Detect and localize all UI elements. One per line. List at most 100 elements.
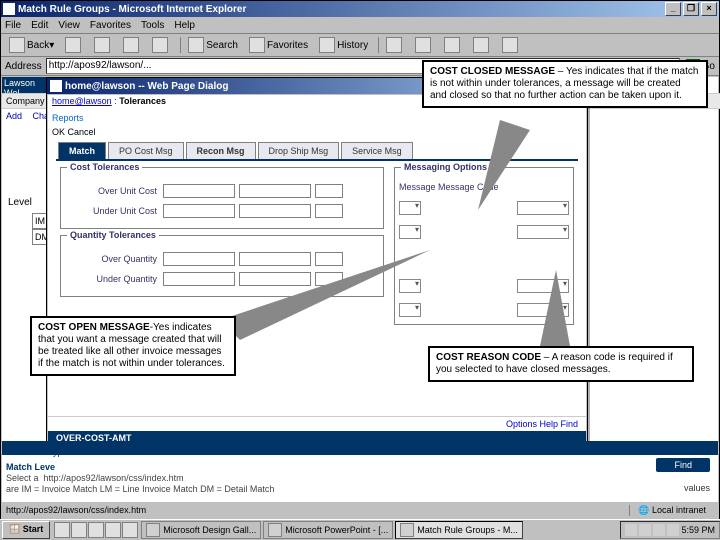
row-over-qty: Over Quantity [67,250,377,268]
close-button[interactable]: × [701,2,717,16]
search-button[interactable]: Search [184,36,242,54]
msg1-dd[interactable] [399,201,421,215]
mail-button[interactable] [382,36,408,54]
page-content: Lawson Wel Company Add Change Level IM D… [2,77,718,501]
home-icon [152,37,168,53]
under-unit-pct[interactable] [239,204,311,218]
print-button[interactable] [411,36,437,54]
msg3-dd[interactable] [399,279,421,293]
start-button[interactable]: 🪟 Start [2,521,50,539]
over-qty-cond[interactable] [315,252,343,266]
back-button[interactable]: Back ▾ [5,36,58,54]
max-button[interactable]: ❐ [683,2,699,16]
edit-icon [444,37,460,53]
under-unit-cond[interactable] [315,204,343,218]
ie-titlebar: Match Rule Groups - Microsoft Internet E… [1,1,719,17]
ql-icon[interactable] [88,522,104,538]
tray-icon[interactable] [653,524,665,536]
ql-icon[interactable] [54,522,70,538]
msg-row-4 [399,300,569,320]
under-qty-amt[interactable] [163,272,235,286]
row-under-qty: Under Quantity [67,270,377,288]
app-icon [146,523,160,537]
menu-view[interactable]: View [58,20,80,31]
mail-icon [386,37,402,53]
ql-icon[interactable] [122,522,138,538]
tray-icon[interactable] [667,524,679,536]
menu-file[interactable]: File [5,20,21,31]
task-gallery[interactable]: Microsoft Design Gall... [141,521,261,539]
menu-favorites[interactable]: Favorites [90,20,131,31]
msg2-code[interactable] [517,225,569,239]
action-add[interactable]: Add [6,111,22,121]
forward-icon [65,37,81,53]
dialog-tabs: Match PO Cost Msg Recon Msg Drop Ship Ms… [58,141,586,159]
tab-po-cost-msg[interactable]: PO Cost Msg [108,142,184,159]
web-dialog: home@lawson -- Web Page Dialog home@laws… [46,77,588,447]
home-button[interactable] [148,36,174,54]
stop-button[interactable] [90,36,116,54]
over-unit-cond[interactable] [315,184,343,198]
system-tray[interactable]: 5:59 PM [620,521,720,539]
lawson-tab: Lawson Wel [2,77,52,93]
tray-icon[interactable] [639,524,651,536]
level-label: Level [8,197,32,208]
discuss-button[interactable] [469,36,495,54]
msg-row-2 [399,222,569,242]
label-over-unit: Over Unit Cost [67,186,163,196]
history-button[interactable]: History [315,36,372,54]
tab-recon-msg[interactable]: Recon Msg [186,142,256,159]
group-cost-tolerances: Cost Tolerances Over Unit Cost Under Uni… [60,167,384,229]
app-icon [400,523,414,537]
crumb-home[interactable]: home@lawson [52,96,112,106]
task-ie[interactable]: Match Rule Groups - M... [395,521,523,539]
ie-title: Match Rule Groups - Microsoft Internet E… [18,4,246,15]
values-text: values [684,483,710,493]
address-label: Address [5,61,42,72]
under-qty-pct[interactable] [239,272,311,286]
edit-button[interactable] [440,36,466,54]
menu-tools[interactable]: Tools [141,20,164,31]
over-qty-pct[interactable] [239,252,311,266]
quick-launch [54,522,139,538]
search-icon [188,37,204,53]
min-button[interactable]: _ [665,2,681,16]
ql-icon[interactable] [71,522,87,538]
under-qty-cond[interactable] [315,272,343,286]
extra-icon [502,37,518,53]
reports-link[interactable]: Reports [48,111,586,125]
print-icon [415,37,431,53]
msg3-code[interactable] [517,279,569,293]
tray-icon[interactable] [625,524,637,536]
extra-button[interactable] [498,36,524,54]
menu-edit[interactable]: Edit [31,20,48,31]
over-unit-pct[interactable] [239,184,311,198]
zone-indicator: 🌐 Local intranet [629,505,714,516]
taskbar: 🪟 Start Microsoft Design Gall... Microso… [0,519,720,540]
dialog-icon [50,80,62,92]
back-icon [9,37,25,53]
over-qty-amt[interactable] [163,252,235,266]
refresh-button[interactable] [119,36,145,54]
find-button[interactable]: Find [656,458,710,472]
msg1-code[interactable] [517,201,569,215]
stop-icon [94,37,110,53]
favorites-button[interactable]: Favorites [245,36,312,54]
messaging-cols: Message Message Code [399,180,569,194]
messaging-title: Messaging Options [401,162,490,172]
star-icon [249,37,265,53]
over-unit-amt[interactable] [163,184,235,198]
forward-button[interactable] [61,36,87,54]
under-unit-amt[interactable] [163,204,235,218]
tab-service-msg[interactable]: Service Msg [341,142,413,159]
msg2-dd[interactable] [399,225,421,239]
ql-icon[interactable] [105,522,121,538]
tab-match[interactable]: Match [58,142,106,159]
task-powerpoint[interactable]: Microsoft PowerPoint - [... [263,521,393,539]
tab-drop-ship-msg[interactable]: Drop Ship Msg [258,142,340,159]
msg4-dd[interactable] [399,303,421,317]
callout-cost-reason: COST REASON CODE – A reason code is requ… [428,346,694,382]
menu-help[interactable]: Help [174,20,195,31]
msg4-code[interactable] [517,303,569,317]
ok-cancel-row[interactable]: OK Cancel [48,125,586,139]
